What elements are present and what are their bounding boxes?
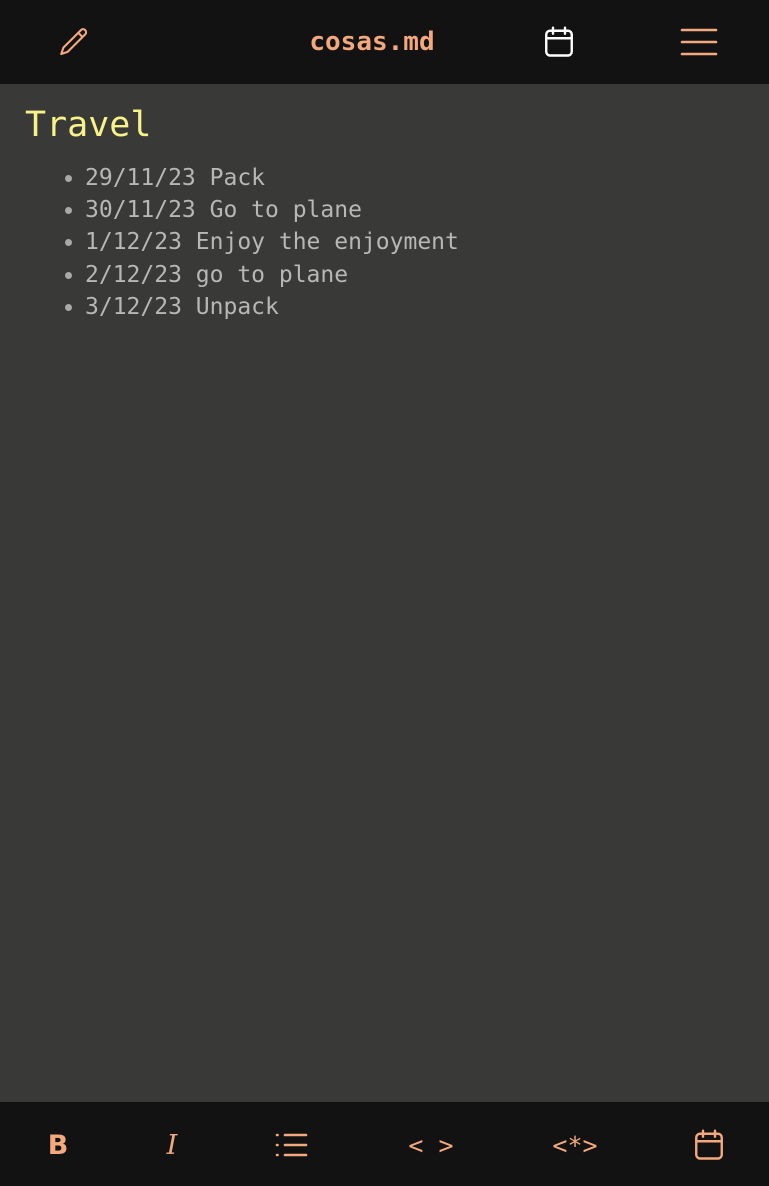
bullet-list-icon [275, 1133, 308, 1157]
list-item: 3/12/23 Unpack [63, 291, 769, 323]
list-item-text: 30/11/23 Go to plane [85, 197, 362, 224]
bullet-dot [65, 303, 72, 311]
italic-button[interactable]: I [148, 1120, 196, 1170]
calendar-button[interactable] [534, 18, 584, 66]
code-block-button[interactable]: <*> [540, 1120, 610, 1170]
pencil-icon [60, 28, 88, 56]
formatting-toolbar: B I < > <*> [0, 1102, 769, 1186]
calendar-icon [545, 26, 573, 57]
bold-button[interactable]: B [34, 1120, 82, 1170]
document-heading: Travel [25, 105, 152, 145]
list-item-text: 3/12/23 Unpack [85, 293, 279, 320]
list-item: 1/12/23 Enjoy the enjoyment [63, 226, 769, 258]
hamburger-menu-icon [680, 28, 718, 56]
insert-date-button[interactable] [684, 1120, 734, 1170]
travel-list: 29/11/23 Pack 30/11/23 Go to plane 1/12/… [25, 162, 769, 323]
file-title: cosas.md [309, 27, 435, 57]
document-view[interactable]: Travel 29/11/23 Pack 30/11/23 Go to plan… [2, 84, 769, 1102]
list-item-text: 1/12/23 Enjoy the enjoyment [85, 229, 459, 256]
calendar-icon [695, 1129, 723, 1160]
bullet-dot [65, 175, 72, 182]
top-bar: cosas.md [0, 0, 769, 84]
list-item: 29/11/23 Pack [63, 162, 769, 194]
bullet-list-button[interactable] [266, 1120, 316, 1170]
list-item-text: 2/12/23 go to plane [85, 261, 349, 288]
app: cosas.md Travel 29/11/23 Pack 30/11/23 G… [0, 0, 769, 1186]
list-item-text: 29/11/23 Pack [85, 165, 266, 191]
bullet-dot [65, 271, 72, 279]
menu-button[interactable] [674, 18, 724, 66]
list-item: 30/11/23 Go to plane [63, 194, 769, 226]
inline-code-button[interactable]: < > [396, 1120, 466, 1170]
list-item: 2/12/23 go to plane [63, 259, 769, 291]
edit-button[interactable] [50, 18, 98, 66]
bullet-dot [65, 239, 72, 247]
bullet-dot [65, 207, 72, 215]
